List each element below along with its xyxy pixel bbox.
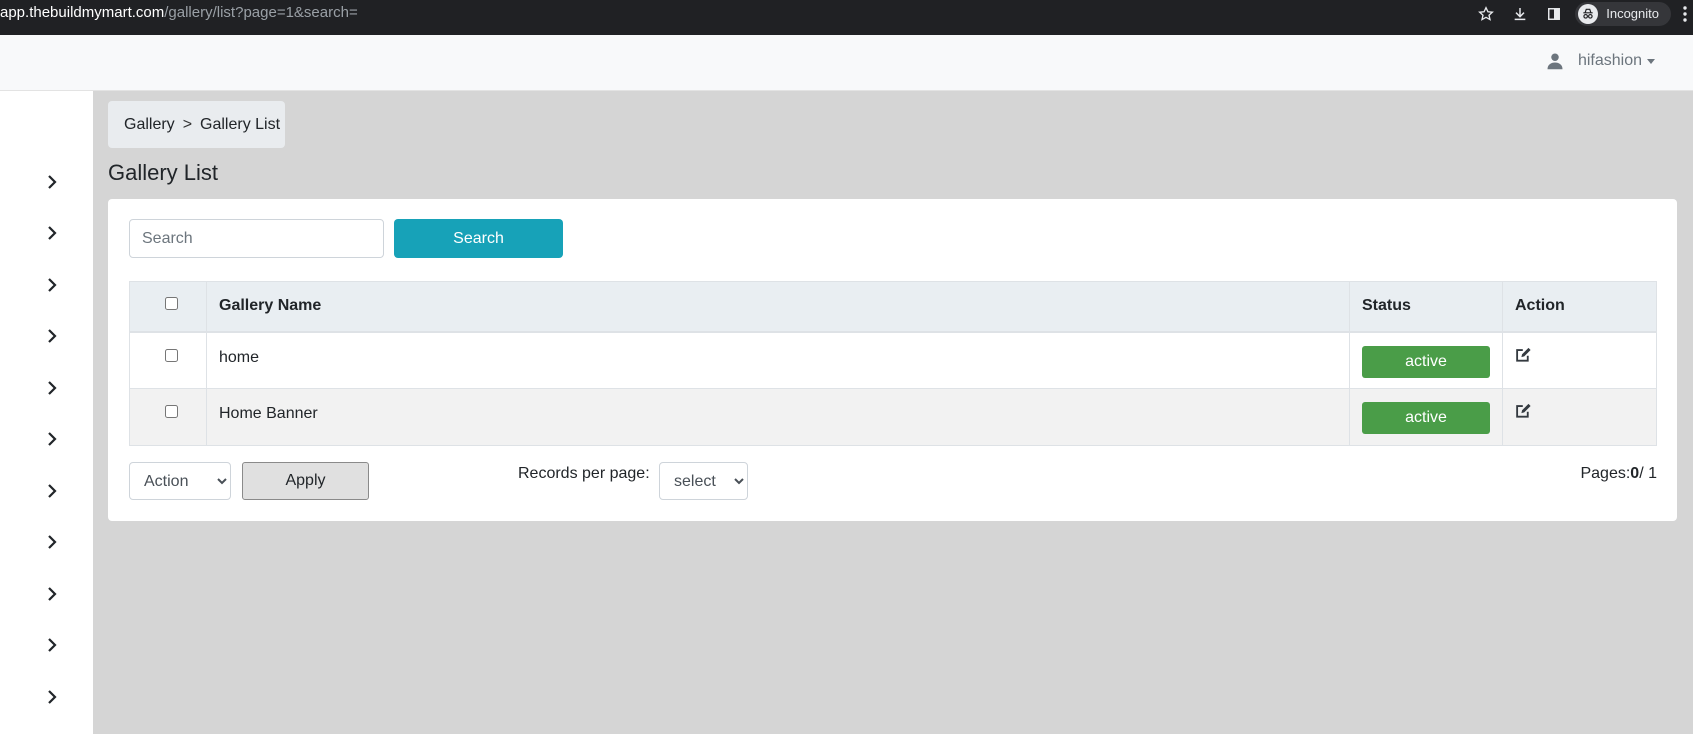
gallery-list-card: Search Gallery Name Status Action home a… xyxy=(108,199,1677,521)
sidebar-item-2[interactable] xyxy=(40,221,64,245)
sidebar-item-1[interactable] xyxy=(40,170,64,194)
edit-icon[interactable] xyxy=(1515,403,1532,419)
address-bar[interactable]: app.thebuildmymart.com/gallery/list?page… xyxy=(0,4,358,22)
search-button[interactable]: Search xyxy=(394,219,563,258)
chevron-right-icon xyxy=(48,690,57,704)
apply-button[interactable]: Apply xyxy=(242,462,369,500)
sidebar-item-7[interactable] xyxy=(40,479,64,503)
caret-down-icon xyxy=(1647,58,1655,64)
select-all-checkbox[interactable] xyxy=(164,297,178,311)
download-icon[interactable] xyxy=(1503,0,1537,27)
incognito-icon xyxy=(1578,3,1599,24)
chevron-right-icon xyxy=(48,484,57,498)
sidebar-item-8[interactable] xyxy=(40,530,64,554)
select-all-cell xyxy=(129,281,207,333)
chevron-right-icon xyxy=(48,638,57,652)
chevron-right-icon xyxy=(48,587,57,601)
edit-icon[interactable] xyxy=(1515,347,1532,363)
pages-label: Pages: xyxy=(1580,465,1631,482)
table-row: home active xyxy=(129,331,1657,389)
url-path: /gallery/list?page=1&search= xyxy=(164,4,358,21)
row-checkbox[interactable] xyxy=(164,348,178,362)
gallery-name-header: Gallery Name xyxy=(206,281,1350,333)
sidebar-item-6[interactable] xyxy=(40,427,64,451)
chevron-right-icon xyxy=(48,278,57,292)
records-per-page-label: Records per page: xyxy=(518,465,650,482)
user-icon xyxy=(1546,52,1564,70)
action-cell xyxy=(1502,331,1657,389)
table-row: Home Banner active xyxy=(129,388,1657,446)
status-header: Status xyxy=(1349,281,1503,333)
chevron-right-icon xyxy=(48,329,57,343)
table-header-row: Gallery Name Status Action xyxy=(129,281,1657,333)
status-cell: active xyxy=(1349,388,1503,446)
sidebar-item-10[interactable] xyxy=(40,633,64,657)
page-title: Gallery List xyxy=(108,160,219,185)
breadcrumb-current: Gallery List xyxy=(200,115,281,133)
chevron-right-icon xyxy=(48,535,57,549)
search-input[interactable] xyxy=(129,219,384,258)
chevron-right-icon xyxy=(48,381,57,395)
sidebar xyxy=(0,91,93,734)
username: hifashion xyxy=(1577,52,1642,69)
sidebar-item-5[interactable] xyxy=(40,376,64,400)
current-page: 0 xyxy=(1630,465,1640,482)
app-topbar: hifashion xyxy=(0,35,1693,91)
breadcrumb: Gallery > Gallery List xyxy=(108,101,285,148)
user-menu[interactable]: hifashion xyxy=(1546,52,1655,70)
browser-chrome: app.thebuildmymart.com/gallery/list?page… xyxy=(0,0,1693,35)
breadcrumb-separator: > xyxy=(182,115,193,133)
browser-menu-icon[interactable] xyxy=(1677,0,1693,27)
action-cell xyxy=(1502,388,1657,446)
chevron-right-icon xyxy=(48,226,57,240)
gallery-name-cell: home xyxy=(206,331,1350,389)
sidebar-item-4[interactable] xyxy=(40,324,64,348)
breadcrumb-parent[interactable]: Gallery xyxy=(124,116,175,134)
gallery-table: Gallery Name Status Action home active H… xyxy=(129,281,1657,446)
sidebar-item-9[interactable] xyxy=(40,582,64,606)
bookmark-star-icon[interactable] xyxy=(1469,0,1503,27)
incognito-indicator[interactable]: Incognito xyxy=(1575,1,1671,26)
sidebar-item-11[interactable] xyxy=(40,685,64,709)
incognito-label: Incognito xyxy=(1606,6,1659,21)
chevron-right-icon xyxy=(48,175,57,189)
total-pages: / 1 xyxy=(1639,465,1657,482)
bulk-action-select[interactable]: Action xyxy=(129,462,231,500)
row-select-cell xyxy=(129,388,207,446)
status-badge[interactable]: active xyxy=(1362,402,1490,434)
gallery-name-cell: Home Banner xyxy=(206,388,1350,446)
side-panel-icon[interactable] xyxy=(1537,0,1571,27)
records-per-page-select[interactable]: select xyxy=(659,462,748,500)
row-checkbox[interactable] xyxy=(164,405,178,418)
pagination-info: Pages:0/ 1 xyxy=(1580,465,1657,483)
sidebar-item-3[interactable] xyxy=(40,273,64,297)
url-host: app.thebuildmymart.com xyxy=(0,4,165,21)
row-select-cell xyxy=(129,331,207,389)
action-header: Action xyxy=(1502,281,1657,333)
status-cell: active xyxy=(1349,331,1503,389)
chevron-right-icon xyxy=(48,432,57,446)
status-badge[interactable]: active xyxy=(1362,345,1490,378)
